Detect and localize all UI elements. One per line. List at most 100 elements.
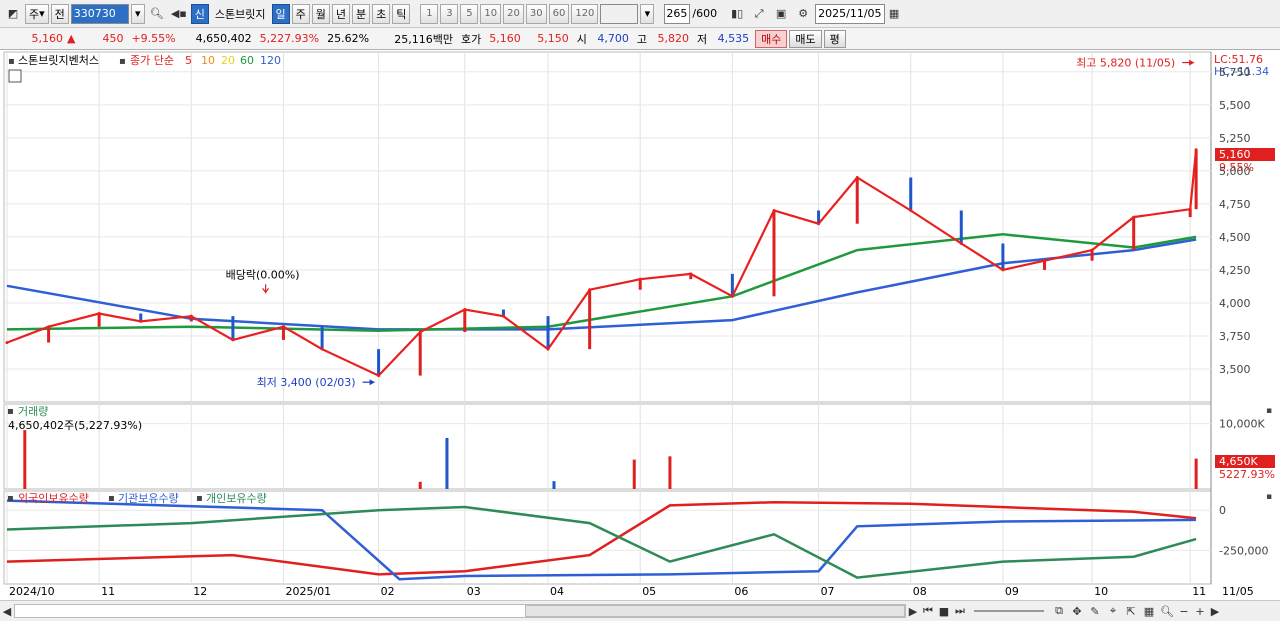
buy-button[interactable]: 매수 [755, 29, 788, 48]
pin-icon[interactable]: ⌖ [1104, 601, 1122, 621]
tab-second[interactable]: 초 [372, 3, 391, 24]
table-toggle-icon[interactable] [8, 69, 22, 83]
scroll-thumb[interactable] [525, 605, 905, 617]
zoom-in-icon[interactable]: + [1192, 601, 1208, 621]
volume-panel[interactable] [3, 403, 1212, 490]
holdings-panel-close-icon[interactable]: ▪ [1266, 492, 1272, 502]
interval-dropdown-icon[interactable]: ▾ [640, 3, 655, 24]
legend-handle-icon[interactable]: ▪ [119, 56, 126, 67]
gear-icon[interactable]: ⚙ [793, 4, 813, 24]
candle-body [47, 326, 51, 343]
stock-chart[interactable]: 최고 5,820 (11/05) 최저 3,400 (02/03) 배당락(0.00… [0, 50, 1280, 600]
crosshair-icon[interactable]: ✥ [1068, 601, 1086, 621]
interval-10[interactable]: 10 [480, 3, 502, 24]
close-point [638, 277, 642, 281]
x-tick-label: 02 [381, 585, 395, 598]
candle-body [959, 210, 963, 244]
interval-5[interactable]: 5 [460, 3, 479, 24]
close-point [959, 242, 963, 246]
new-badge[interactable]: 신 [190, 3, 209, 24]
quote-ask: 5,160 [489, 32, 521, 45]
holdings-handle-icon[interactable]: ▪ [7, 493, 14, 504]
volume-tag-pct: 5227.93% [1219, 468, 1275, 481]
zoom-out-icon[interactable]: − [1176, 601, 1192, 621]
draw-icon[interactable]: ✎ [1086, 601, 1104, 621]
stop-icon[interactable]: ■ [936, 601, 952, 621]
tab-year[interactable]: 년 [331, 3, 351, 24]
x-tick-label: 2024/10 [9, 585, 55, 598]
date-input[interactable]: 2025/11/05 [815, 3, 886, 24]
close-point [139, 319, 143, 323]
count-input[interactable]: 265 [664, 3, 691, 24]
forward-icon[interactable]: ⏭ [952, 601, 968, 621]
tab-month[interactable]: 월 [311, 3, 330, 24]
copy-icon[interactable]: ⧉ [1050, 601, 1068, 621]
interval-custom-input[interactable] [600, 3, 639, 24]
interval-3[interactable]: 3 [440, 3, 459, 24]
price-tick-label: 4,250 [1219, 264, 1251, 277]
scroll-end-icon[interactable]: ▶ [1208, 601, 1222, 621]
zoom-icon[interactable]: 🔍︎ [1158, 601, 1176, 621]
close-point [501, 314, 505, 318]
holdings-handle-icon-3[interactable]: ▪ [196, 493, 203, 504]
price-tick-label: 3,750 [1219, 330, 1251, 343]
expand-icon[interactable]: ⇱ [1122, 601, 1140, 621]
close-point [47, 325, 51, 329]
quote-high: 5,820 [657, 32, 690, 45]
interval-120[interactable]: 120 [571, 3, 599, 24]
quote-bid: 5,150 [537, 32, 569, 45]
price-tick-label: 4,750 [1219, 198, 1251, 211]
tab-week[interactable]: 주 [291, 3, 310, 24]
quote-price: 5,160 [31, 32, 64, 45]
prev-button[interactable]: 전 [50, 3, 69, 24]
calendar-icon[interactable]: ▦ [887, 4, 901, 24]
scroll-track[interactable] [14, 604, 906, 618]
stock-name: 스톤브릿지 [214, 7, 266, 21]
ma-legend-60: 60 [240, 54, 254, 67]
count-total: /600 [692, 7, 718, 20]
quote-volume-ratio: 5,227.93% [259, 32, 320, 45]
close-point [909, 208, 913, 212]
x-tick-label: 07 [821, 585, 835, 598]
holdings-handle-icon-2[interactable]: ▪ [108, 493, 115, 504]
scroll-right-icon[interactable]: ▶ [906, 601, 920, 621]
candle-body [1090, 250, 1094, 261]
close-point [189, 314, 193, 318]
sell-button[interactable]: 매도 [789, 29, 822, 48]
interval-20[interactable]: 20 [503, 3, 524, 24]
chart-menu-icon[interactable]: ◩ [3, 4, 23, 24]
close-point [281, 325, 285, 329]
compare-icon[interactable]: ⤢ [749, 4, 769, 24]
rewind-icon[interactable]: ⏮ [920, 601, 936, 621]
candle-body [231, 316, 235, 340]
x-tick-label: 12 [193, 585, 207, 598]
volume-bar [23, 430, 27, 489]
search-icon[interactable]: 🔍︎ [147, 4, 167, 24]
volume-panel-close-icon[interactable]: ▪ [1266, 406, 1272, 416]
period-select[interactable]: 주 ▾ [25, 3, 49, 24]
save-icon[interactable]: ▣ [771, 4, 791, 24]
candle-body [638, 279, 642, 290]
interval-1[interactable]: 1 [420, 3, 439, 24]
tab-minute[interactable]: 분 [352, 3, 371, 24]
sound-icon[interactable]: ◀▪ [169, 4, 189, 24]
stock-code-input[interactable]: 330730 [70, 3, 129, 24]
scroll-left-icon[interactable]: ◀ [0, 601, 14, 621]
zoom-slider[interactable] [974, 610, 1044, 612]
panel-handle-icon[interactable]: ▪ [8, 56, 15, 67]
close-point [1188, 207, 1192, 211]
tab-day[interactable]: 일 [271, 3, 290, 24]
candle-icon[interactable]: ▮▯ [727, 4, 747, 24]
volume-handle-icon[interactable]: ▪ [7, 406, 14, 417]
code-dropdown-icon[interactable]: ▾ [130, 3, 145, 24]
interval-30[interactable]: 30 [525, 3, 547, 24]
tab-tick[interactable]: 틱 [392, 3, 411, 24]
close-point [1194, 148, 1198, 152]
chart-scrollbar[interactable]: ◀ ▶ ⏮ ■ ⏭ ⧉ ✥ ✎ ⌖ ⇱ ▦ 🔍︎ − + ▶ [0, 600, 1280, 621]
interval-60[interactable]: 60 [548, 3, 570, 24]
candle-body [320, 326, 324, 350]
x-tick-label: 06 [734, 585, 748, 598]
grid-icon[interactable]: ▦ [1140, 601, 1158, 621]
eval-button[interactable]: 평 [823, 29, 846, 48]
candle-body [772, 210, 776, 297]
